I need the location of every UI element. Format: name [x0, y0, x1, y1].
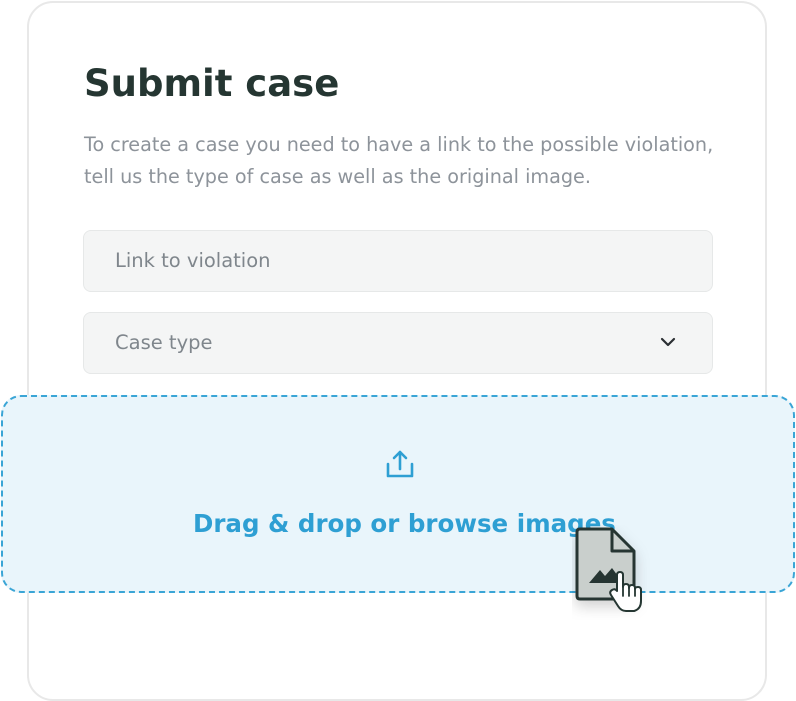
chevron-down-icon [660, 337, 676, 347]
page-title: Submit case [84, 62, 340, 105]
case-type-select[interactable]: Case type [83, 312, 713, 374]
link-input-placeholder: Link to violation [115, 249, 271, 272]
form-description: To create a case you need to have a link… [84, 133, 714, 188]
image-dropzone[interactable] [1, 395, 795, 593]
upload-icon [386, 450, 414, 478]
case-type-placeholder: Case type [115, 331, 213, 354]
browse-images-link[interactable]: Drag & drop or browse images [193, 505, 616, 543]
link-to-violation-input[interactable]: Link to violation [83, 230, 713, 292]
dragged-image-file [575, 527, 642, 612]
